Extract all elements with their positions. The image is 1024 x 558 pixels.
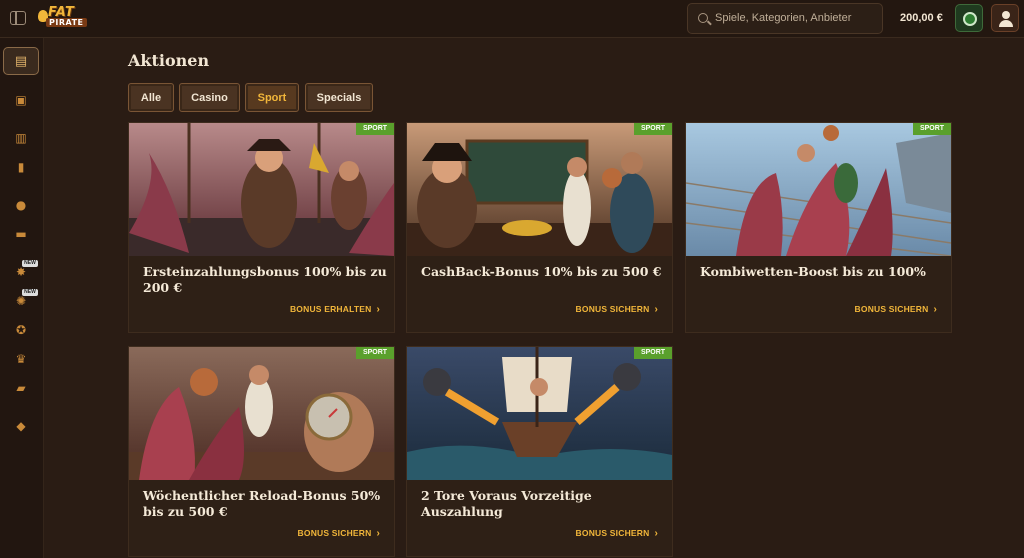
sports-new-icon: ✸ xyxy=(15,265,27,279)
promo-title: CashBack-Bonus 10% bis zu 500 € xyxy=(421,264,662,279)
promo-title: Kombiwetten-Boost bis zu 100% xyxy=(700,264,926,279)
sport-badge: SPORT xyxy=(356,347,394,359)
claim-bonus-link[interactable]: BONUS SICHERN › xyxy=(576,528,658,539)
claim-bonus-link[interactable]: BONUS ERHALTEN › xyxy=(290,304,380,315)
sidebar-item-promotions[interactable]: ▤ xyxy=(3,47,39,75)
soccer-new-icon: ✺ xyxy=(15,294,27,308)
chevron-right-icon: › xyxy=(376,528,380,539)
casino-icon: ▥ xyxy=(15,131,27,145)
promo-title: Wöchentlicher Reload-Bonus 50% bis zu 50… xyxy=(143,488,381,519)
promo-card[interactable]: SPORT Ersteinzahlungsbonus 100% bis zu 2… xyxy=(128,122,395,333)
balance-amount: 200,00 € xyxy=(900,12,943,24)
promo-card[interactable]: SPORT CashBack-Bonus 10% bis zu 500 € BO… xyxy=(406,122,673,333)
filter-all[interactable]: Alle xyxy=(128,83,174,112)
promo-image: SPORT xyxy=(129,123,394,256)
chevron-right-icon: › xyxy=(933,304,937,315)
profile-button[interactable] xyxy=(991,4,1019,32)
promo-title: Ersteinzahlungsbonus 100% bis zu 200 € xyxy=(143,264,387,295)
promo-title: 2 Tore Voraus Vorzeitige Auszahlung xyxy=(421,488,592,519)
sidebar-item-cards[interactable]: ▮ xyxy=(12,158,30,176)
promo-card[interactable]: SPORT Kombiwetten-Boost bis zu 100% BONU… xyxy=(685,122,952,333)
claim-bonus-link[interactable]: BONUS SICHERN › xyxy=(855,304,937,315)
cta-label: BONUS SICHERN xyxy=(575,304,650,314)
gift-icon: ▣ xyxy=(15,93,27,107)
sport-badge: SPORT xyxy=(913,123,951,135)
chevron-right-icon: › xyxy=(376,304,380,315)
chevron-right-icon: › xyxy=(654,304,658,315)
trophy-icon: ♛ xyxy=(15,352,27,366)
cards-icon: ▮ xyxy=(17,160,25,174)
sidebar-item-gift[interactable]: ▣ xyxy=(12,91,30,109)
promotions-icon: ▤ xyxy=(14,53,28,69)
live-icon: ▬ xyxy=(15,227,27,241)
sports-ball-icon: ● xyxy=(15,198,27,212)
sidebar-item-sports[interactable]: ● xyxy=(12,196,30,214)
medal-icon: ✪ xyxy=(15,323,27,337)
filter-casino[interactable]: Casino xyxy=(179,83,240,112)
sidebar-item-trophy[interactable]: ♛ xyxy=(12,350,30,368)
promo-card[interactable]: SPORT Wöchentlicher Reload-Bonus 50% bis… xyxy=(128,346,395,557)
cta-label: BONUS SICHERN xyxy=(297,528,372,538)
chevron-right-icon: › xyxy=(654,528,658,539)
search-icon xyxy=(698,13,708,23)
sport-badge: SPORT xyxy=(356,123,394,135)
sidebar: ▤ ▣ ▥ ▮ ● ▬ ✸ NEW ✺ NEW ✪ ♛ ▰ ◆ xyxy=(0,38,44,558)
cta-label: BONUS ERHALTEN xyxy=(289,304,372,314)
logo-text-bottom: PIRATE xyxy=(46,18,87,27)
search-placeholder: Spiele, Kategorien, Anbieter xyxy=(715,12,852,24)
sidebar-item-chest[interactable]: ▰ xyxy=(12,379,30,397)
promo-image: SPORT xyxy=(129,347,394,480)
claim-bonus-link[interactable]: BONUS SICHERN › xyxy=(298,528,380,539)
diamond-icon: ◆ xyxy=(16,419,26,433)
user-icon xyxy=(1002,11,1010,19)
wallet-button[interactable] xyxy=(955,4,983,32)
new-badge: NEW xyxy=(22,260,38,267)
cta-label: BONUS SICHERN xyxy=(575,528,650,538)
promo-image: SPORT xyxy=(407,347,672,480)
promo-image: SPORT xyxy=(407,123,672,256)
new-badge: NEW xyxy=(22,289,38,296)
sport-badge: SPORT xyxy=(634,123,672,135)
user-icon-body xyxy=(999,20,1013,27)
chest-icon: ▰ xyxy=(16,381,26,395)
page-title: Aktionen xyxy=(128,51,210,70)
sidebar-item-diamond[interactable]: ◆ xyxy=(12,417,30,435)
promo-image: SPORT xyxy=(686,123,951,256)
filter-specials[interactable]: Specials xyxy=(305,83,373,112)
sidebar-item-live[interactable]: ▬ xyxy=(12,225,30,243)
coins-icon xyxy=(963,12,977,26)
logo[interactable]: FAT PIRATE xyxy=(38,5,88,30)
cta-label: BONUS SICHERN xyxy=(854,304,929,314)
sport-badge: SPORT xyxy=(634,347,672,359)
search-input[interactable]: Spiele, Kategorien, Anbieter xyxy=(687,3,883,34)
filter-sport[interactable]: Sport xyxy=(245,83,299,112)
sidebar-item-casino[interactable]: ▥ xyxy=(12,129,30,147)
promo-card[interactable]: SPORT 2 Tore Voraus Vorzeitige Auszahlun… xyxy=(406,346,673,557)
claim-bonus-link[interactable]: BONUS SICHERN › xyxy=(576,304,658,315)
sidebar-toggle-icon[interactable] xyxy=(10,11,26,25)
top-bar: FAT PIRATE Spiele, Kategorien, Anbieter … xyxy=(0,0,1024,38)
sidebar-item-medal[interactable]: ✪ xyxy=(12,321,30,339)
